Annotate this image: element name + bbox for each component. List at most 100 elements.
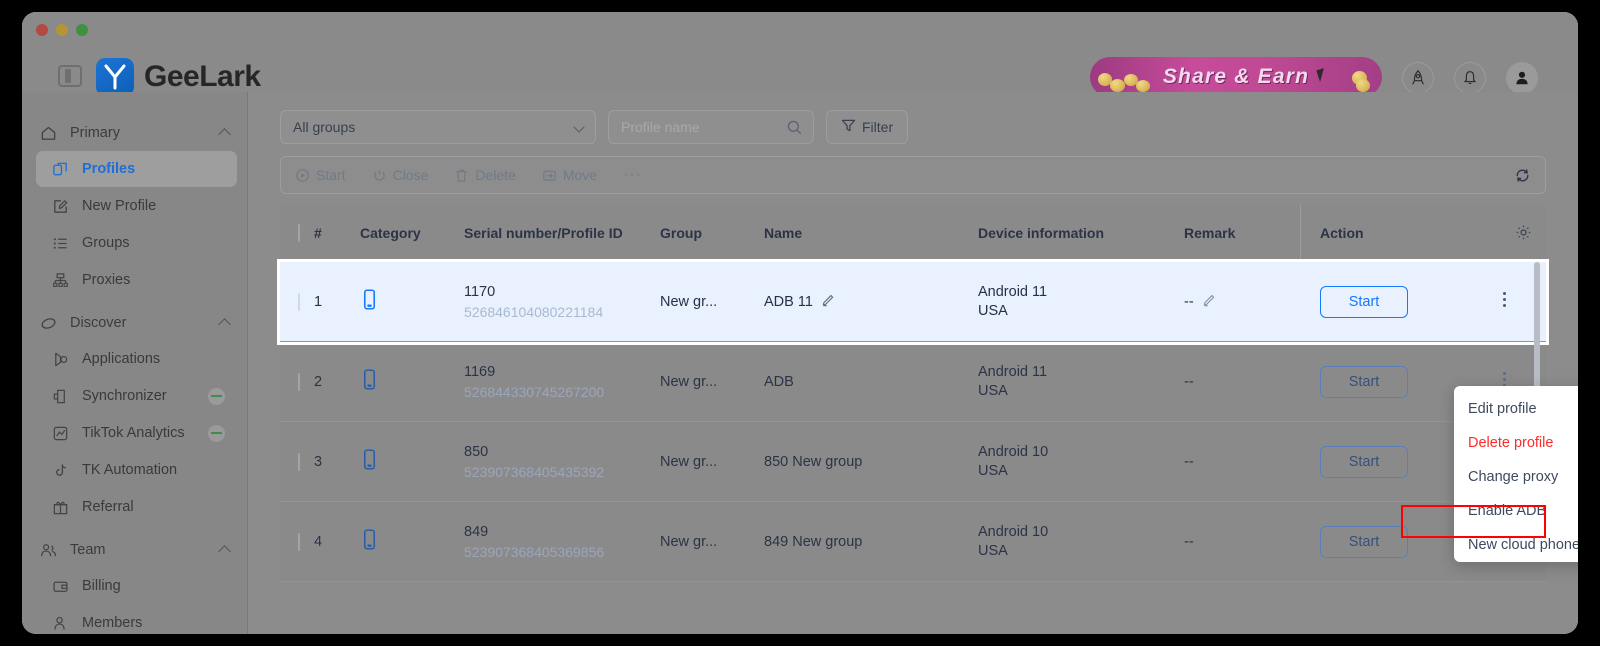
sidebar-item-synchronizer[interactable]: Synchronizer <box>36 378 237 414</box>
close-window-button[interactable] <box>36 24 48 36</box>
row-more-menu-icon[interactable] <box>1503 372 1506 387</box>
profile-id: 523907368405369856 <box>464 543 605 560</box>
sidebar-item-tk-automation[interactable]: TK Automation <box>36 452 237 488</box>
power-icon <box>373 169 385 181</box>
row-device-information: Android 11 USA <box>978 284 1184 319</box>
column-header-device-information: Device information <box>978 225 1105 241</box>
sidebar-item-groups[interactable]: Groups <box>36 225 237 261</box>
menu-item-delete-profile[interactable]: Delete profile <box>1454 426 1578 460</box>
row-index: 2 <box>314 373 323 390</box>
menu-item-edit-profile[interactable]: Edit profile <box>1454 392 1578 426</box>
bulk-action-label: Delete <box>475 167 516 183</box>
chevron-up-icon <box>218 318 231 331</box>
bulk-move-button[interactable]: Move <box>542 167 597 183</box>
sidebar-item-members[interactable]: Members <box>36 605 237 634</box>
brand: GeeLark <box>96 58 261 96</box>
sidebar-group-discover[interactable]: Discover <box>22 306 247 340</box>
start-button[interactable]: Start <box>1320 285 1408 318</box>
user-avatar-icon[interactable] <box>1506 62 1538 94</box>
sidebar-item-label: Synchronizer <box>82 388 167 404</box>
table-header-row: # Category Serial number/Profile ID Grou… <box>280 204 1546 262</box>
table-row[interactable]: 4 849 523907368405369856 New gr... 849 N… <box>280 502 1546 582</box>
banner-label: Share & Earn <box>1162 65 1310 88</box>
row-checkbox[interactable] <box>280 372 314 391</box>
search-input[interactable]: Profile name <box>608 110 814 144</box>
filter-button-label: Filter <box>862 119 894 135</box>
profile-id: 526846104080221184 <box>464 303 604 320</box>
sidebar-group-team[interactable]: Team <box>22 533 247 567</box>
filter-button[interactable]: Filter <box>826 110 909 144</box>
table-row[interactable]: 1 1170 526846104080221184 New gr... ADB … <box>280 262 1546 342</box>
gear-icon[interactable] <box>1515 224 1532 244</box>
serial-number: 849 <box>464 523 489 540</box>
bulk-close-button[interactable]: Close <box>372 167 428 183</box>
bulk-action-bar: Start Close Delete Move ··· <box>280 156 1546 194</box>
more-actions-button[interactable]: ··· <box>623 166 642 184</box>
sidebar-item-proxies[interactable]: Proxies <box>36 262 237 298</box>
row-action: Start <box>1320 285 1440 318</box>
row-remark: -- <box>1184 373 1194 390</box>
row-more-menu-icon[interactable] <box>1503 292 1506 307</box>
share-and-earn-banner[interactable]: Share & Earn <box>1090 57 1382 97</box>
row-serial: 1170 526846104080221184 <box>464 284 660 320</box>
team-icon <box>40 542 60 559</box>
row-group: New gr... <box>660 373 718 390</box>
edit-name-icon[interactable] <box>821 292 836 311</box>
sidebar-item-new-profile[interactable]: New Profile <box>36 188 237 224</box>
row-index: 1 <box>314 293 323 310</box>
group-select[interactable]: All groups <box>280 110 596 144</box>
sidebar-item-tiktok-analytics[interactable]: TikTok Analytics <box>36 415 237 451</box>
sidebar-group-primary[interactable]: Primary <box>22 116 247 150</box>
device-region: USA <box>978 463 1008 479</box>
rocket-icon[interactable] <box>1402 62 1434 94</box>
table-row[interactable]: 2 1169 526844330745267200 New gr... ADB … <box>280 342 1546 422</box>
row-action: Start <box>1320 525 1440 558</box>
row-group: New gr... <box>660 453 718 470</box>
edit-remark-icon[interactable] <box>1202 292 1217 311</box>
sidebar-item-profiles[interactable]: Profiles <box>36 151 237 187</box>
start-button[interactable]: Start <box>1320 525 1408 558</box>
sidebar-item-applications[interactable]: Applications <box>36 341 237 377</box>
chevron-down-icon <box>573 121 585 133</box>
start-button[interactable]: Start <box>1320 445 1408 478</box>
discover-icon <box>40 315 60 332</box>
bulk-action-label: Move <box>562 167 598 183</box>
start-button[interactable]: Start <box>1320 365 1408 398</box>
row-serial: 850 523907368405435392 <box>464 444 660 480</box>
row-action: Start <box>1320 445 1440 478</box>
bulk-start-button[interactable]: Start <box>295 167 346 183</box>
minimize-window-button[interactable] <box>56 24 68 36</box>
bell-icon[interactable] <box>1454 62 1486 94</box>
group-select-value: All groups <box>293 119 356 135</box>
row-action: Start <box>1320 365 1440 398</box>
serial-number: 1170 <box>464 283 496 300</box>
phone-icon <box>360 369 464 394</box>
sidebar-item-billing[interactable]: Billing <box>36 568 237 604</box>
device-region: USA <box>978 303 1008 319</box>
sidebar-toggle-icon[interactable] <box>58 65 82 87</box>
device-os: Android 11 <box>978 364 1048 380</box>
menu-item-new-cloud-phone[interactable]: New cloud phone <box>1454 528 1578 562</box>
maximize-window-button[interactable] <box>76 24 88 36</box>
refresh-icon[interactable] <box>1514 167 1531 189</box>
select-all-checkbox[interactable] <box>280 224 314 242</box>
column-header-name: Name <box>764 225 803 241</box>
row-checkbox[interactable] <box>280 292 314 311</box>
menu-item-change-proxy[interactable]: Change proxy <box>1454 460 1578 494</box>
search-icon <box>786 119 803 139</box>
sidebar-item-label: Profiles <box>82 161 136 177</box>
members-icon <box>52 615 72 632</box>
profile-id: 526844330745267200 <box>464 383 605 400</box>
bulk-delete-button[interactable]: Delete <box>454 167 516 183</box>
row-checkbox[interactable] <box>280 532 314 551</box>
groups-icon <box>52 235 72 252</box>
row-checkbox[interactable] <box>280 452 314 471</box>
home-icon <box>40 125 60 142</box>
row-index: 4 <box>314 533 323 550</box>
menu-item-enable-adb[interactable]: Enable ADB <box>1454 494 1578 528</box>
profiles-table: # Category Serial number/Profile ID Grou… <box>280 204 1546 604</box>
table-row[interactable]: 3 850 523907368405435392 New gr... 850 N… <box>280 422 1546 502</box>
gift-icon <box>52 499 72 516</box>
remark-value: -- <box>1184 293 1194 310</box>
sidebar-item-referral[interactable]: Referral <box>36 489 237 525</box>
